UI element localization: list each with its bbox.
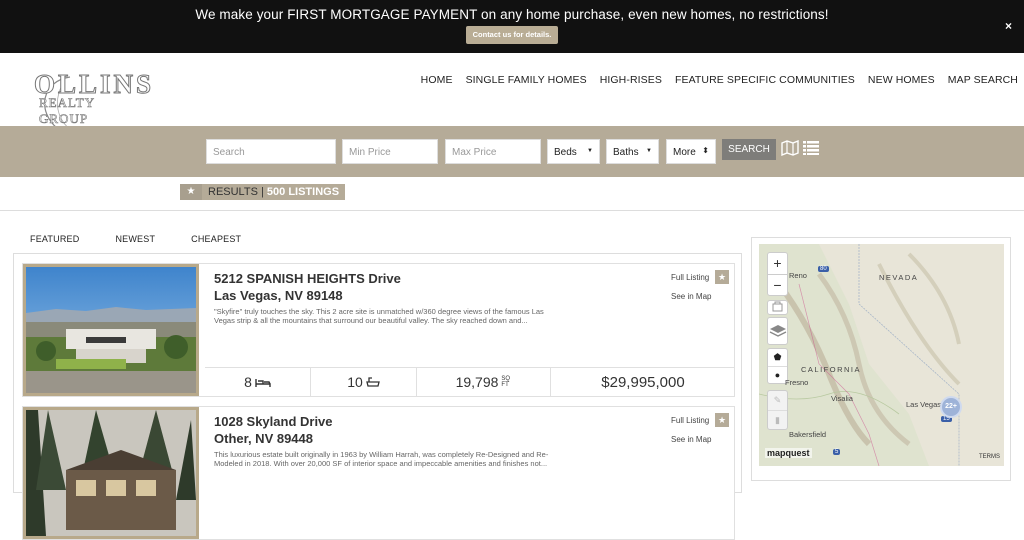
edit-tools: ✎ ▮	[767, 390, 788, 430]
results-label: RESULTS	[208, 186, 258, 198]
listing-address-line1[interactable]: 1028 Skyland Drive	[214, 414, 333, 429]
more-select-label: More	[673, 147, 696, 158]
mapquest-logo: mapquest	[765, 448, 812, 458]
listing-description: This luxurious estate built originally i…	[214, 450, 549, 468]
nav-home[interactable]: HOME	[421, 74, 453, 86]
layers-button[interactable]	[767, 317, 788, 345]
more-select[interactable]: More ⬍	[666, 139, 716, 164]
listing-cluster-marker[interactable]: 22+	[940, 396, 962, 418]
listing-description: "Skyfire" truly touches the sky. This 2 …	[214, 307, 544, 325]
map-label-california: CALIFORNIA	[801, 365, 862, 374]
site-header: OLLINS REALTY GROUP HOME SINGLE FAMILY H…	[0, 53, 1024, 132]
listing-address-line2[interactable]: Other, NV 89448	[214, 431, 313, 446]
listing-price: $29,995,000	[601, 373, 685, 391]
map-panel: + − ⬟ ● ✎ ▮ Reno NEVADA CALIFORNIA Fresn…	[751, 237, 1011, 481]
contact-details-button[interactable]: Contact us for details.	[466, 26, 558, 44]
results-row: ★ RESULTS | 500 LISTINGS	[0, 177, 1024, 211]
trash-icon[interactable]: ▮	[768, 411, 787, 430]
polygon-draw-icon[interactable]: ⬟	[768, 349, 787, 367]
map-type-button[interactable]	[767, 300, 788, 315]
see-in-map-link[interactable]: See in Map	[671, 435, 711, 444]
sqft-stat: 19,798 SQ FT	[417, 368, 551, 396]
bath-icon	[365, 377, 380, 387]
listing-card[interactable]: 1028 Skyland Drive Other, NV 89448 This …	[22, 406, 735, 540]
listing-photo[interactable]	[23, 407, 199, 539]
sqft-value: 19,798	[455, 374, 499, 390]
results-listings: 500 LISTINGS	[266, 186, 340, 198]
map-label-visalia: Visalia	[831, 394, 853, 403]
price-stat: $29,995,000	[551, 368, 735, 396]
map-label-reno: Reno	[789, 271, 807, 280]
baths-stat: 10	[311, 368, 417, 396]
main-nav: HOME SINGLE FAMILY HOMES HIGH-RISES FEAT…	[421, 74, 1018, 86]
highway-shield-icon: 5	[833, 449, 841, 455]
search-input[interactable]: Search	[206, 139, 336, 164]
up-down-icon: ⬍	[702, 146, 709, 155]
map-type-icon	[772, 301, 783, 312]
search-bar: Search Min Price Max Price Beds ▼ Baths …	[0, 126, 1024, 177]
map-label-las-vegas: Las Vegas	[906, 400, 942, 409]
map-canvas[interactable]: + − ⬟ ● ✎ ▮ Reno NEVADA CALIFORNIA Fresn…	[759, 244, 1004, 466]
full-listing-link[interactable]: Full Listing	[671, 273, 709, 282]
nav-single-family-homes[interactable]: SINGLE FAMILY HOMES	[466, 74, 587, 86]
beds-select[interactable]: Beds ▼	[547, 139, 600, 164]
results-badge: ★ RESULTS | 500 LISTINGS	[180, 184, 346, 200]
listing-stats: 8 10 19,798 SQ FT $29,995,000	[205, 367, 735, 396]
listing-card[interactable]: 5212 SPANISH HEIGHTS Drive Las Vegas, NV…	[22, 263, 735, 397]
full-listing-link[interactable]: Full Listing	[671, 416, 709, 425]
nav-high-rises[interactable]: HIGH-RISES	[600, 74, 662, 86]
beds-stat: 8	[205, 368, 311, 396]
baths-select[interactable]: Baths ▼	[606, 139, 659, 164]
search-button[interactable]: SEARCH	[722, 139, 776, 160]
bed-icon	[255, 379, 271, 387]
nav-feature-specific-communities[interactable]: FEATURE SPECIFIC COMMUNITIES	[675, 74, 855, 86]
max-price-input[interactable]: Max Price	[445, 139, 541, 164]
zoom-control: + −	[767, 252, 788, 296]
zoom-in-button[interactable]: +	[768, 253, 787, 275]
nav-new-homes[interactable]: NEW HOMES	[868, 74, 935, 86]
results-count: RESULTS | 500 LISTINGS	[202, 184, 346, 200]
logo-sub-text: REALTY GROUP	[39, 95, 95, 127]
chevron-down-icon: ▼	[587, 148, 593, 154]
edit-icon[interactable]: ✎	[768, 391, 787, 411]
star-icon[interactable]: ★	[715, 270, 729, 284]
list-view-icon[interactable]	[803, 141, 819, 155]
min-price-input[interactable]: Min Price	[342, 139, 438, 164]
listing-list: 5212 SPANISH HEIGHTS Drive Las Vegas, NV…	[13, 253, 742, 540]
listing-address-line1[interactable]: 5212 SPANISH HEIGHTS Drive	[214, 271, 401, 286]
highway-shield-icon: 80	[818, 266, 829, 272]
map-label-fresno: Fresno	[785, 378, 809, 387]
listing-photo[interactable]	[23, 264, 199, 396]
tab-featured[interactable]: FEATURED	[30, 234, 79, 244]
layers-icon	[769, 325, 787, 337]
close-icon[interactable]: ×	[1005, 19, 1012, 33]
see-in-map-link[interactable]: See in Map	[671, 292, 711, 301]
sqft-unit: SQ FT	[501, 376, 511, 388]
tab-cheapest[interactable]: CHEAPEST	[191, 234, 241, 244]
star-icon[interactable]: ★	[180, 184, 202, 200]
map-terms-link[interactable]: TERMS	[979, 454, 1000, 460]
promo-message: We make your FIRST MORTGAGE PAYMENT on a…	[195, 7, 829, 22]
listing-address-line2[interactable]: Las Vegas, NV 89148	[214, 288, 343, 303]
baths-select-label: Baths	[613, 147, 639, 158]
baths-count: 10	[347, 374, 363, 390]
listing-photo-image	[26, 267, 196, 393]
promo-banner: We make your FIRST MORTGAGE PAYMENT on a…	[0, 0, 1024, 53]
sort-tabs: FEATURED NEWEST CHEAPEST	[30, 234, 241, 244]
map-view-icon[interactable]	[781, 140, 799, 156]
beds-select-label: Beds	[554, 147, 577, 158]
listing-photo-image	[26, 410, 196, 536]
results-separator: |	[260, 186, 264, 198]
tab-newest[interactable]: NEWEST	[115, 234, 155, 244]
map-label-bakersfield: Bakersfield	[789, 430, 827, 439]
chevron-down-icon: ▼	[646, 148, 652, 154]
nav-map-search[interactable]: MAP SEARCH	[948, 74, 1018, 86]
star-icon[interactable]: ★	[715, 413, 729, 427]
map-label-nevada: NEVADA	[879, 273, 919, 282]
logo[interactable]: OLLINS REALTY GROUP	[32, 69, 152, 132]
beds-count: 8	[244, 374, 252, 390]
zoom-out-button[interactable]: −	[768, 275, 787, 297]
